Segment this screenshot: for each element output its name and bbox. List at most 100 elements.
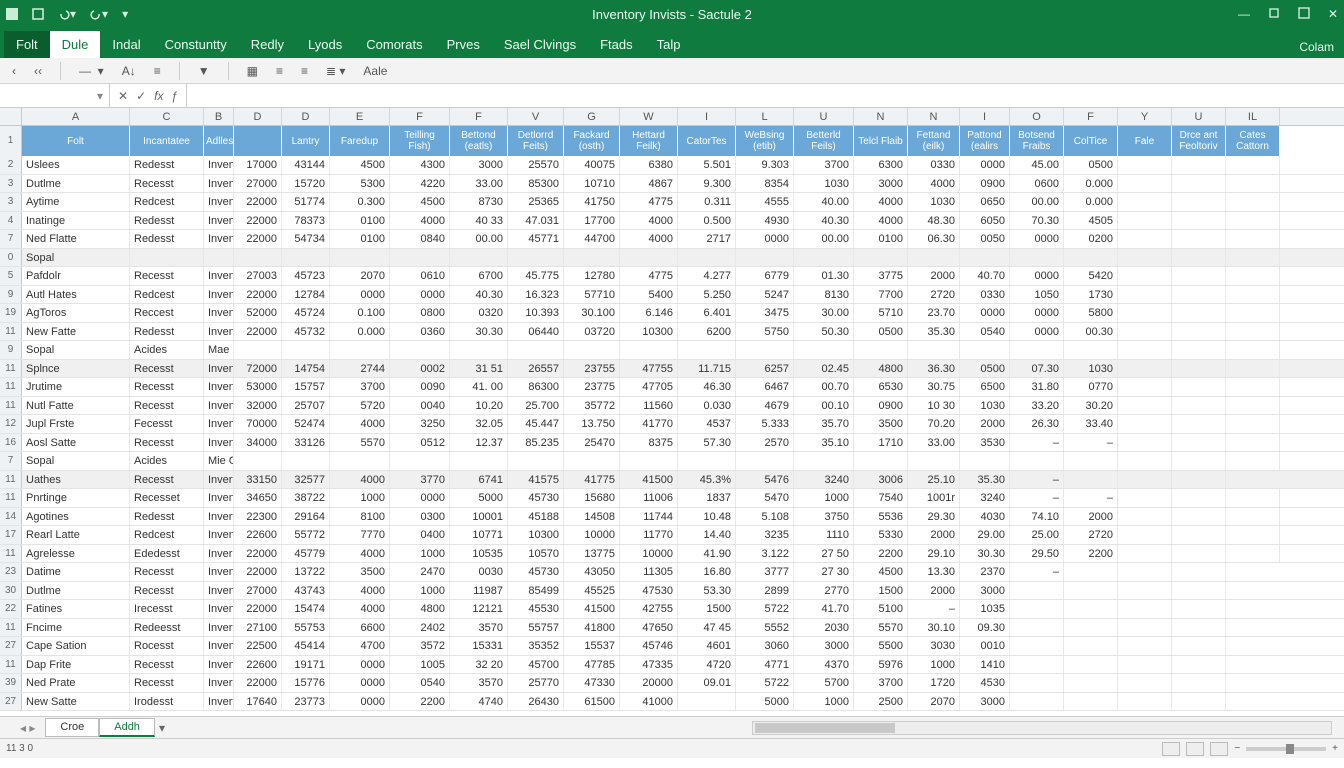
cell[interactable]: Agrelesse bbox=[22, 545, 130, 563]
cell[interactable] bbox=[1118, 471, 1172, 489]
cell[interactable]: 85.235 bbox=[508, 434, 564, 452]
table-header-cell[interactable]: Botsend Fraibs bbox=[1010, 126, 1064, 156]
cell[interactable]: 3700 bbox=[330, 378, 390, 396]
cell[interactable]: Recesst bbox=[130, 267, 204, 285]
column-header[interactable]: N bbox=[854, 108, 908, 125]
cell[interactable]: 30.20 bbox=[1064, 397, 1118, 415]
cell[interactable]: 27 50 bbox=[794, 545, 854, 563]
cell[interactable]: 35.30 bbox=[960, 471, 1010, 489]
row-header[interactable]: 3 bbox=[0, 175, 22, 193]
cell[interactable] bbox=[508, 341, 564, 359]
cell[interactable]: Redeesst bbox=[130, 619, 204, 637]
cell[interactable]: Recesst bbox=[130, 656, 204, 674]
cell[interactable]: 10 30 bbox=[908, 397, 960, 415]
cell[interactable]: Redesst bbox=[130, 323, 204, 341]
cell[interactable]: 6380 bbox=[620, 156, 678, 174]
cell[interactable]: 22000 bbox=[234, 193, 282, 211]
cell[interactable] bbox=[234, 452, 282, 470]
cell[interactable]: Redesst bbox=[130, 212, 204, 230]
cell[interactable]: 14508 bbox=[564, 508, 620, 526]
cell[interactable]: 34650 bbox=[234, 489, 282, 507]
cell[interactable]: 48.30 bbox=[908, 212, 960, 230]
cell[interactable]: Inventy; Tlop bbox=[204, 175, 234, 193]
cell[interactable]: 15776 bbox=[282, 674, 330, 692]
cell[interactable] bbox=[390, 341, 450, 359]
cell[interactable]: 0030 bbox=[450, 563, 508, 581]
cell[interactable] bbox=[330, 452, 390, 470]
cell[interactable] bbox=[1064, 656, 1118, 674]
cell[interactable] bbox=[1118, 656, 1172, 674]
cell[interactable]: Nutl Fatte bbox=[22, 397, 130, 415]
cell[interactable]: 41500 bbox=[564, 600, 620, 618]
cell[interactable]: 4555 bbox=[736, 193, 794, 211]
cell[interactable]: 5700 bbox=[794, 674, 854, 692]
cell[interactable]: 3700 bbox=[854, 674, 908, 692]
name-box[interactable]: ▾ bbox=[0, 84, 110, 107]
cell[interactable]: 4771 bbox=[736, 656, 794, 674]
cell[interactable]: 12780 bbox=[564, 267, 620, 285]
cell[interactable]: – bbox=[1010, 563, 1064, 581]
cell[interactable]: 0610 bbox=[390, 267, 450, 285]
cell[interactable] bbox=[620, 341, 678, 359]
cell[interactable] bbox=[1118, 489, 1172, 507]
cell[interactable]: 23775 bbox=[564, 378, 620, 396]
cell[interactable] bbox=[678, 693, 736, 711]
table-header-cell[interactable]: Drce ant Feoltoriv bbox=[1172, 126, 1226, 156]
cell[interactable]: 32000 bbox=[234, 397, 282, 415]
cell[interactable]: Ededesst bbox=[130, 545, 204, 563]
ribbon-tab-redly[interactable]: Redly bbox=[239, 31, 296, 58]
cell[interactable]: 41. 00 bbox=[450, 378, 508, 396]
cell[interactable]: 0000 bbox=[1010, 304, 1064, 322]
cell[interactable]: 40.30 bbox=[794, 212, 854, 230]
cell[interactable]: 22600 bbox=[234, 656, 282, 674]
cell[interactable]: 33.00 bbox=[450, 175, 508, 193]
cell[interactable]: 70.20 bbox=[908, 415, 960, 433]
cell[interactable]: Inventy; Hop bbox=[204, 286, 234, 304]
cell[interactable]: – bbox=[1010, 434, 1064, 452]
cell[interactable] bbox=[1064, 600, 1118, 618]
cell[interactable]: 0900 bbox=[960, 175, 1010, 193]
cell[interactable]: 25.00 bbox=[1010, 526, 1064, 544]
cell[interactable] bbox=[1118, 230, 1172, 248]
cell[interactable]: 2030 bbox=[794, 619, 854, 637]
cell[interactable] bbox=[1064, 619, 1118, 637]
cell[interactable]: 29.10 bbox=[908, 545, 960, 563]
cell[interactable] bbox=[1226, 341, 1280, 359]
cell[interactable]: 4500 bbox=[390, 193, 450, 211]
ribbon-tab-prves[interactable]: Prves bbox=[435, 31, 492, 58]
cell[interactable] bbox=[1118, 563, 1172, 581]
cell[interactable] bbox=[1064, 452, 1118, 470]
cell[interactable]: 1000 bbox=[794, 489, 854, 507]
cell[interactable] bbox=[1118, 637, 1172, 655]
cell[interactable]: 3250 bbox=[390, 415, 450, 433]
cell[interactable] bbox=[1172, 508, 1226, 526]
qat-more-icon[interactable]: ▾ bbox=[122, 7, 128, 21]
row-header[interactable]: 23 bbox=[0, 563, 22, 581]
fx-icon-2[interactable]: ƒ bbox=[171, 89, 178, 103]
restore-button[interactable] bbox=[1268, 7, 1280, 22]
table-header-cell[interactable]: Telcl Flaib bbox=[854, 126, 908, 156]
cell[interactable]: 6050 bbox=[960, 212, 1010, 230]
cell[interactable]: 4679 bbox=[736, 397, 794, 415]
cell[interactable]: Sopal bbox=[22, 249, 130, 267]
horizontal-scrollbar[interactable] bbox=[752, 721, 1332, 735]
cell[interactable]: Pnrtinge bbox=[22, 489, 130, 507]
cell[interactable]: 5710 bbox=[854, 304, 908, 322]
cell[interactable]: Recesst bbox=[130, 175, 204, 193]
cell[interactable]: 3240 bbox=[960, 489, 1010, 507]
cell[interactable]: Splnce bbox=[22, 360, 130, 378]
cell[interactable]: 27000 bbox=[234, 582, 282, 600]
row-header[interactable]: 11 bbox=[0, 323, 22, 341]
cell[interactable]: 2000 bbox=[908, 526, 960, 544]
cancel-formula-icon[interactable]: ✕ bbox=[118, 89, 128, 103]
table-header-cell[interactable]: Folt bbox=[22, 126, 130, 156]
cell[interactable]: 1500 bbox=[854, 582, 908, 600]
column-header[interactable]: I bbox=[960, 108, 1010, 125]
cell[interactable] bbox=[1010, 693, 1064, 711]
cell[interactable]: 47 45 bbox=[678, 619, 736, 637]
cell[interactable]: 44700 bbox=[564, 230, 620, 248]
cell[interactable]: Redesst bbox=[130, 508, 204, 526]
cell[interactable]: 29164 bbox=[282, 508, 330, 526]
column-header[interactable]: O bbox=[1010, 108, 1064, 125]
cell[interactable]: 2000 bbox=[908, 267, 960, 285]
